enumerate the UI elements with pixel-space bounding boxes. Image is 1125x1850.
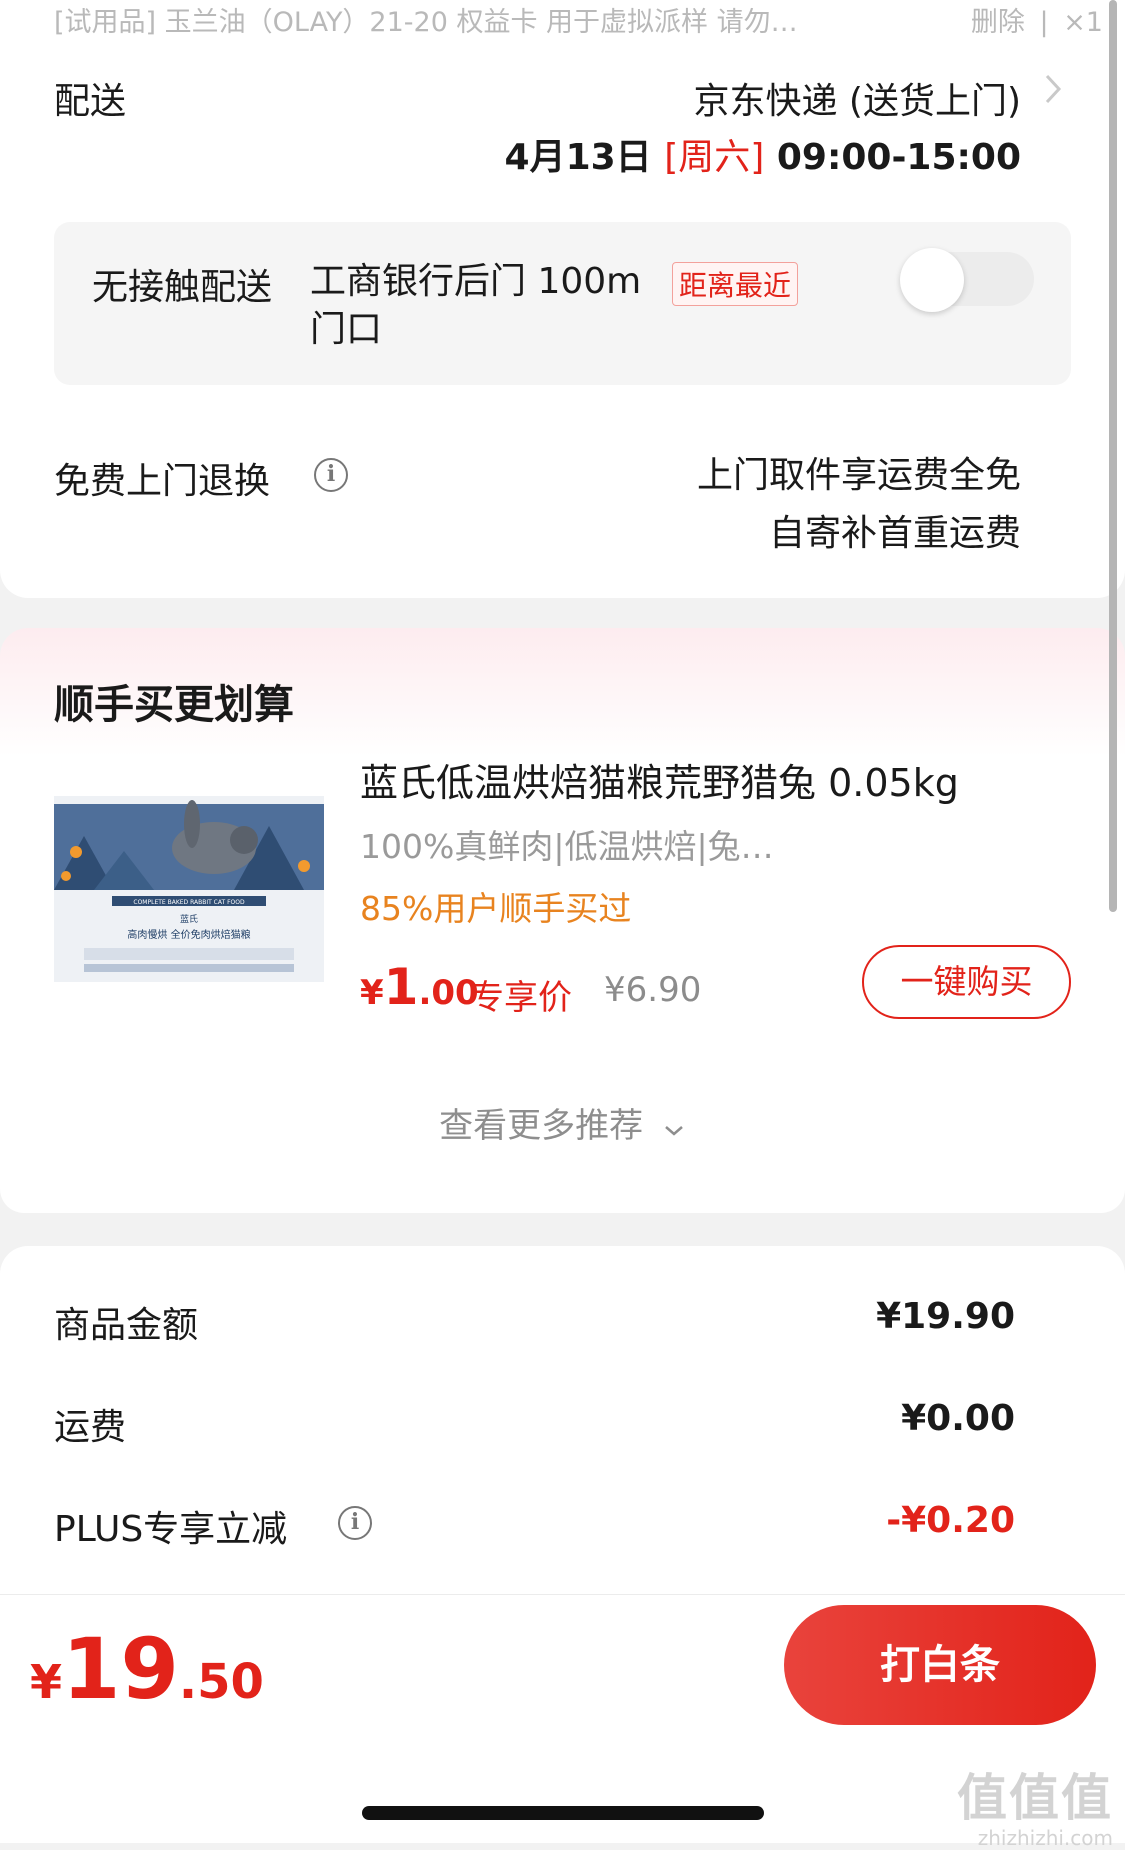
delivery-method[interactable]: 京东快递 (送货上门) xyxy=(693,72,1021,124)
return-info-line1: 上门取件享运费全免 xyxy=(696,455,1021,496)
goods-amount-value: ¥19.90 xyxy=(876,1296,1015,1337)
package-brand-text: 蓝氏 xyxy=(180,913,198,925)
price-integer: 1 xyxy=(383,958,419,1016)
watermark: 值值值 zhizhizhi.com xyxy=(957,1758,1113,1850)
scrollbar[interactable] xyxy=(1109,0,1117,912)
product-name[interactable]: 蓝氏低温烘焙猫粮荒野猎兔 0.05kg xyxy=(360,752,959,807)
recommendation-title: 顺手买更划算 xyxy=(54,682,294,728)
info-icon[interactable]: i xyxy=(314,458,348,492)
shipping-value: ¥0.00 xyxy=(901,1398,1015,1439)
delivery-label: 配送 xyxy=(54,81,127,122)
plus-discount-value: -¥0.20 xyxy=(886,1500,1015,1541)
product-buy-stat: 85%用户顺手买过 xyxy=(360,889,632,928)
contactless-title: 无接触配送 xyxy=(92,267,273,308)
delete-button[interactable]: 删除 xyxy=(971,7,1025,38)
item-quantity: ×1 xyxy=(1063,7,1103,38)
goods-amount-label: 商品金额 xyxy=(54,1305,199,1346)
free-return-label: 免费上门退换 xyxy=(54,461,271,502)
watermark-url: zhizhizhi.com xyxy=(977,1826,1113,1850)
one-click-buy-button[interactable]: 一键购买 xyxy=(862,945,1071,1019)
exclusive-price-tag: 专享价 xyxy=(470,978,572,1018)
package-cn-text: 高肉慢烘 全价免肉烘焙猫粮 xyxy=(127,928,250,941)
toggle-knob[interactable] xyxy=(900,248,964,312)
plus-discount-label: PLUS专享立减 xyxy=(54,1509,288,1550)
pay-baitiao-button[interactable]: 打白条 xyxy=(784,1605,1096,1725)
price-currency: ¥ xyxy=(360,973,384,1013)
more-recommendations-link[interactable]: 查看更多推荐 xyxy=(0,1098,1125,1148)
return-info-line2: 自寄补首重运费 xyxy=(768,513,1021,554)
chevron-right-icon[interactable] xyxy=(1043,70,1063,117)
nearest-badge: 距离最近 xyxy=(672,262,799,306)
info-icon[interactable]: i xyxy=(338,1506,372,1540)
delivery-date: 4月13日 xyxy=(504,137,652,178)
chevron-down-icon xyxy=(662,1108,686,1148)
total-currency: ¥ xyxy=(30,1655,63,1709)
delivery-time[interactable]: 4月13日 [周六] 09:00-15:00 xyxy=(505,128,1021,180)
top-item-actions: 删除 | ×1 xyxy=(965,0,1103,39)
contactless-location: 工商银行后门 100m 门口 xyxy=(310,261,642,350)
divider: | xyxy=(1039,7,1049,38)
total-integer: 19 xyxy=(62,1620,179,1718)
product-image[interactable]: COMPLETE BAKED RABBIT CAT FOOD 蓝氏 高肉慢烘 全… xyxy=(54,756,324,1024)
home-indicator[interactable] xyxy=(362,1806,764,1820)
delivery-weekday: [周六] xyxy=(664,137,765,178)
product-price: ¥1.00 xyxy=(360,958,479,1016)
original-price: ¥6.90 xyxy=(604,970,702,1010)
top-item-title: [试用品] 玉兰油（OLAY）21-20 权益卡 用于虚拟派样 请勿… xyxy=(54,7,798,38)
total-price: ¥19.50 xyxy=(30,1620,264,1718)
more-label: 查看更多推荐 xyxy=(439,1106,644,1146)
product-desc: 100%真鲜肉|低温烘焙|兔… xyxy=(360,827,774,866)
delivery-hours: 09:00-15:00 xyxy=(776,137,1021,178)
package-en-text: COMPLETE BAKED RABBIT CAT FOOD xyxy=(133,899,245,906)
watermark-logo: 值值值 xyxy=(957,1769,1113,1827)
total-decimal: .50 xyxy=(178,1654,264,1710)
shipping-label: 运费 xyxy=(54,1407,127,1448)
